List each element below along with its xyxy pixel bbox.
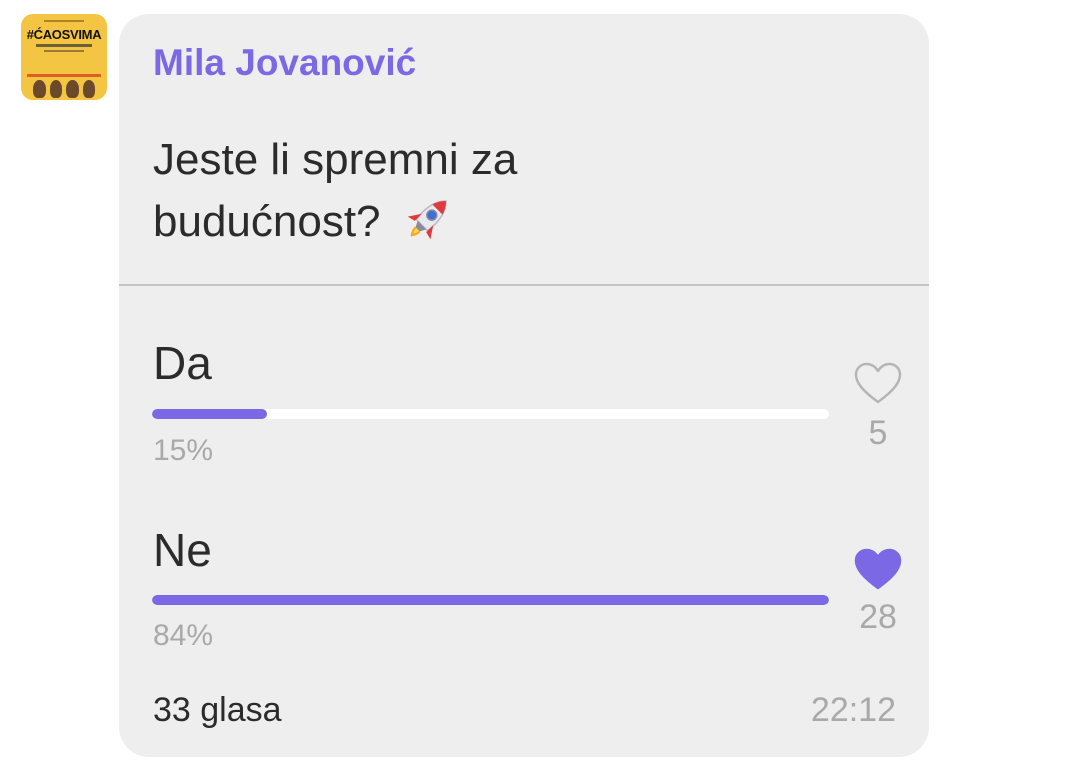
poll-option-vote-count: 5 bbox=[868, 414, 888, 452]
message-timestamp: 22:12 bbox=[810, 691, 896, 729]
poll-option-vote-count: 28 bbox=[859, 598, 897, 636]
avatar-text: #ĆAOSVIMA bbox=[26, 27, 102, 42]
poll-option-percent: 84% bbox=[153, 619, 214, 652]
poll-question-text: Jeste li spremni za budućnost? bbox=[153, 135, 518, 246]
sender-name[interactable]: Mila Jovanović bbox=[153, 42, 416, 84]
total-votes[interactable]: 33 glasa bbox=[153, 691, 282, 730]
poll-message-bubble[interactable]: Mila Jovanović Jeste li spremni za buduć… bbox=[119, 14, 929, 757]
poll-option-bar[interactable] bbox=[152, 595, 829, 605]
rocket-icon bbox=[407, 200, 447, 240]
poll-option-bar[interactable] bbox=[152, 409, 829, 419]
avatar-decoration bbox=[44, 20, 84, 22]
poll-option-percent: 15% bbox=[153, 434, 214, 467]
poll-option-bar-fill bbox=[152, 595, 829, 605]
avatar-decoration bbox=[27, 74, 101, 77]
poll-option-label[interactable]: Da bbox=[153, 336, 212, 390]
sender-avatar[interactable]: #ĆAOSVIMA bbox=[21, 14, 107, 100]
avatar-faces bbox=[31, 78, 97, 100]
poll-option-label[interactable]: Ne bbox=[153, 523, 212, 577]
poll-question: Jeste li spremni za budućnost? bbox=[153, 130, 753, 252]
heart-filled-icon[interactable] bbox=[853, 547, 903, 591]
avatar-decoration bbox=[44, 50, 84, 52]
poll-option-bar-fill bbox=[152, 409, 268, 419]
divider bbox=[119, 284, 929, 286]
heart-outline-icon[interactable] bbox=[853, 361, 903, 405]
avatar-decoration bbox=[36, 44, 92, 47]
